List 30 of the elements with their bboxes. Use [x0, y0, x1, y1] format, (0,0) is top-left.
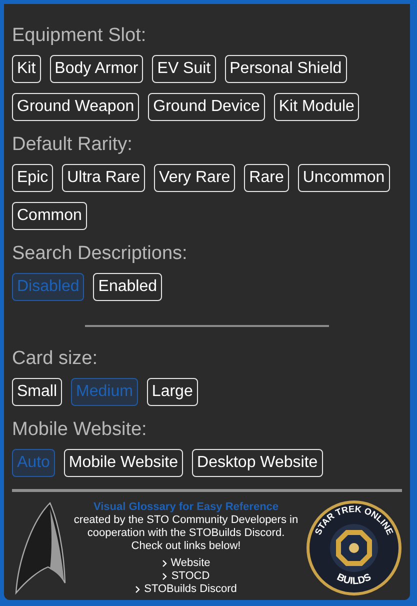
option-button[interactable]: Personal Shield [224, 55, 347, 83]
footer-text: created by the STO Community Developers in cooperation with the STOBuilds Discord. [73, 514, 299, 540]
option-button[interactable]: Small [12, 378, 62, 406]
option-button[interactable]: Common [12, 202, 87, 230]
footer-link[interactable]: STOCD [162, 570, 210, 582]
option-button[interactable]: Kit [12, 55, 41, 83]
option-button[interactable]: Rare [244, 164, 289, 192]
option-button[interactable]: Body Armor [50, 55, 144, 83]
option-button[interactable]: Ground Device [148, 93, 265, 121]
option-button[interactable]: Large [146, 378, 198, 406]
option-button[interactable]: Enabled [93, 273, 162, 301]
option-button[interactable]: Very Rare [154, 164, 236, 192]
footer-link[interactable]: Website [162, 556, 210, 570]
option-button[interactable]: EV Suit [152, 55, 216, 83]
section-heading: Equipment Slot: [12, 24, 148, 48]
footer-text: Check out links below! [131, 540, 241, 552]
option-button[interactable]: Kit Module [274, 93, 360, 121]
option-button[interactable]: Uncommon [298, 164, 390, 192]
option-button[interactable]: Desktop Website [192, 449, 323, 477]
section-heading: Mobile Website: [12, 418, 148, 442]
option-button[interactable]: Epic [12, 164, 54, 192]
footer-title: Visual Glossary for Easy Reference [93, 500, 279, 514]
section-heading: Default Rarity: [12, 133, 134, 157]
option-button[interactable]: Mobile Website [64, 449, 184, 477]
option-button[interactable]: Ultra Rare [62, 164, 146, 192]
section-heading: Search Descriptions: [12, 242, 188, 266]
footer-link[interactable]: STOBuilds Discord [135, 582, 237, 596]
section-heading: Card size: [12, 347, 99, 371]
chevron-icon [135, 586, 140, 592]
option-button[interactable]: Ground Weapon [12, 93, 140, 121]
